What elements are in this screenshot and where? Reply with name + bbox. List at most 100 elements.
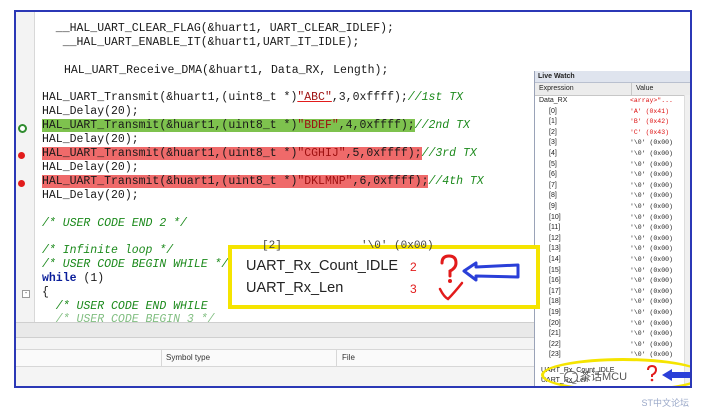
watch-row-item[interactable]: [17] '\0' (0x00)	[535, 287, 685, 296]
watch-value: '\0' (0x00)	[630, 171, 673, 179]
arrow-left-icon	[462, 261, 520, 282]
watch-row-data-rx[interactable]: Data_RX <array>"...	[535, 96, 685, 105]
watch-row-item[interactable]: [21] '\0' (0x00)	[535, 329, 685, 338]
live-watch-panel: Live Watch Expression Value Data_RX <arra…	[534, 71, 690, 386]
callout-label-rx-len: UART_Rx_Len	[246, 280, 344, 296]
watch-value: '\0' (0x00)	[630, 256, 673, 263]
watch-value: '\0' (0x00)	[630, 330, 673, 338]
zoom-callout: [2] '\0' (0x00) UART_Rx_Count_IDLE 2 UAR…	[228, 240, 540, 309]
watch-value: '\0' (0x00)	[630, 298, 673, 306]
code-line: HAL_Delay(20);	[42, 161, 139, 174]
watch-expression: [17]	[549, 287, 561, 295]
watch-expression: [3]	[549, 139, 557, 147]
watch-expression: [21]	[549, 330, 561, 338]
watch-row-item[interactable]: [15] '\0' (0x00)	[535, 266, 685, 275]
watch-value: '\0' (0x00)	[630, 234, 673, 242]
watch-row-item[interactable]: [14] '\0' (0x00)	[535, 255, 685, 264]
watch-value: '\0' (0x00)	[630, 160, 673, 168]
watch-value: '\0' (0x00)	[630, 287, 673, 295]
watch-row-item[interactable]: [7] '\0' (0x00)	[535, 181, 685, 190]
watch-expression: Data_RX	[539, 97, 568, 104]
watch-row-item[interactable]: [13] '\0' (0x00)	[535, 244, 685, 253]
watch-row-item[interactable]: [8] '\0' (0x00)	[535, 191, 685, 200]
question-mark-icon	[647, 364, 658, 382]
callout-value-rx-len: 3	[410, 282, 417, 296]
watch-row-item[interactable]: [3] '\0' (0x00)	[535, 138, 685, 147]
watch-expression: [15]	[549, 266, 561, 274]
code-comment: /* USER CODE END WHILE	[42, 300, 208, 313]
watch-row-item[interactable]: [19] '\0' (0x00)	[535, 308, 685, 317]
vertical-scrollbar[interactable]	[684, 95, 690, 386]
fold-toggle-icon[interactable]: -	[22, 290, 30, 298]
code-line-tx3: HAL_UART_Transmit(&huart1,(uint8_t *)"CG…	[42, 147, 477, 160]
callout-label-rx-count-idle: UART_Rx_Count_IDLE	[246, 258, 399, 274]
watch-value: '\0' (0x00)	[630, 181, 673, 189]
watch-row-item[interactable]: [20] '\0' (0x00)	[535, 319, 685, 328]
column-header-expression[interactable]: Expression	[535, 83, 632, 95]
watch-value: <array>"...	[630, 97, 673, 104]
watch-expression: [5]	[549, 160, 557, 168]
bottom-panel: Symbol type File	[16, 322, 534, 386]
watch-row-item[interactable]: [9] '\0' (0x00)	[535, 202, 685, 211]
code-line-tx4: HAL_UART_Transmit(&huart1,(uint8_t *)"DK…	[42, 175, 484, 188]
column-header-value[interactable]: Value	[632, 83, 653, 95]
watch-value: 'A' (0x41)	[630, 107, 670, 115]
watch-value: '\0' (0x00)	[630, 213, 673, 221]
watch-expression: [22]	[549, 340, 561, 348]
wechat-logo-icon	[564, 371, 578, 384]
watch-expression: [8]	[549, 192, 557, 200]
code-line: __HAL_UART_CLEAR_FLAG(&huart1, UART_CLEA…	[42, 22, 394, 35]
live-watch-title: Live Watch	[535, 71, 690, 83]
arrow-left-icon	[662, 369, 690, 381]
column-header-file[interactable]: File	[342, 350, 355, 366]
watch-expression: [6]	[549, 171, 557, 179]
watermark: 茶话MCU	[564, 368, 627, 384]
watch-row-item[interactable]: [4] '\0' (0x00)	[535, 149, 685, 158]
watch-expression: [13]	[549, 245, 561, 253]
watch-value: '\0' (0x00)	[630, 319, 673, 327]
column-header-symbol-type[interactable]: Symbol type	[166, 350, 210, 366]
screenshot-frame: - __HAL_UART_CLEAR_FLAG(&huart1, UART_CL…	[14, 10, 692, 388]
watch-row-item[interactable]: [0] 'A' (0x41)	[535, 107, 685, 116]
watch-row-item[interactable]: [2] 'C' (0x43)	[535, 128, 685, 137]
watch-expression: [10]	[549, 213, 561, 221]
code-line: HAL_Delay(20);	[42, 189, 139, 202]
watch-value: '\0' (0x00)	[630, 277, 673, 285]
code-line-tx1: HAL_UART_Transmit(&huart1,(uint8_t *)"AB…	[42, 91, 463, 104]
callout-value-rx-count-idle: 2	[410, 260, 417, 274]
breakpoint-icon[interactable]	[18, 152, 25, 159]
watch-row-item[interactable]: [1] 'B' (0x42)	[535, 117, 685, 126]
code-comment: /* USER CODE BEGIN WHILE */	[42, 258, 229, 271]
watch-row-item[interactable]: [10] '\0' (0x00)	[535, 213, 685, 222]
horizontal-scrollbar[interactable]	[16, 323, 534, 338]
watch-expression: [4]	[549, 150, 557, 157]
watch-value: '\0' (0x00)	[630, 309, 673, 316]
live-watch-header: Expression Value	[535, 83, 690, 96]
symbol-table-header: Symbol type File	[16, 349, 534, 367]
watch-expression: [1]	[549, 118, 557, 126]
watch-expression: [11]	[549, 224, 561, 232]
breakpoint-icon[interactable]	[18, 180, 25, 187]
checkmark-icon	[438, 281, 464, 301]
watch-row-item[interactable]: [12] '\0' (0x00)	[535, 234, 685, 243]
watch-value: '\0' (0x00)	[630, 340, 673, 348]
watch-row-item[interactable]: [22] '\0' (0x00)	[535, 340, 685, 349]
annotation-marks	[438, 254, 520, 301]
watch-row-item[interactable]: [18] '\0' (0x00)	[535, 297, 685, 306]
breakpoint-current-icon[interactable]	[18, 124, 27, 133]
watch-value: '\0' (0x00)	[630, 224, 673, 232]
code-line: {	[42, 286, 49, 299]
watch-value: 'C' (0x43)	[630, 128, 670, 136]
question-mark-icon	[440, 254, 458, 283]
watch-row-item[interactable]: [5] '\0' (0x00)	[535, 160, 685, 169]
watch-row-item[interactable]: [11] '\0' (0x00)	[535, 223, 685, 232]
watch-row-item[interactable]: [16] '\0' (0x00)	[535, 276, 685, 285]
watch-expression: [14]	[549, 256, 561, 263]
watch-value: '\0' (0x00)	[630, 245, 673, 253]
watch-row-item[interactable]: [6] '\0' (0x00)	[535, 170, 685, 179]
code-comment: /* Infinite loop */	[42, 244, 174, 257]
watch-expression: [16]	[549, 277, 561, 285]
code-line-tx2: HAL_UART_Transmit(&huart1,(uint8_t *)"BD…	[42, 119, 470, 132]
callout-background-text: [2] '\0' (0x00)	[262, 240, 434, 252]
footer-brand: ST中文论坛	[641, 398, 689, 408]
